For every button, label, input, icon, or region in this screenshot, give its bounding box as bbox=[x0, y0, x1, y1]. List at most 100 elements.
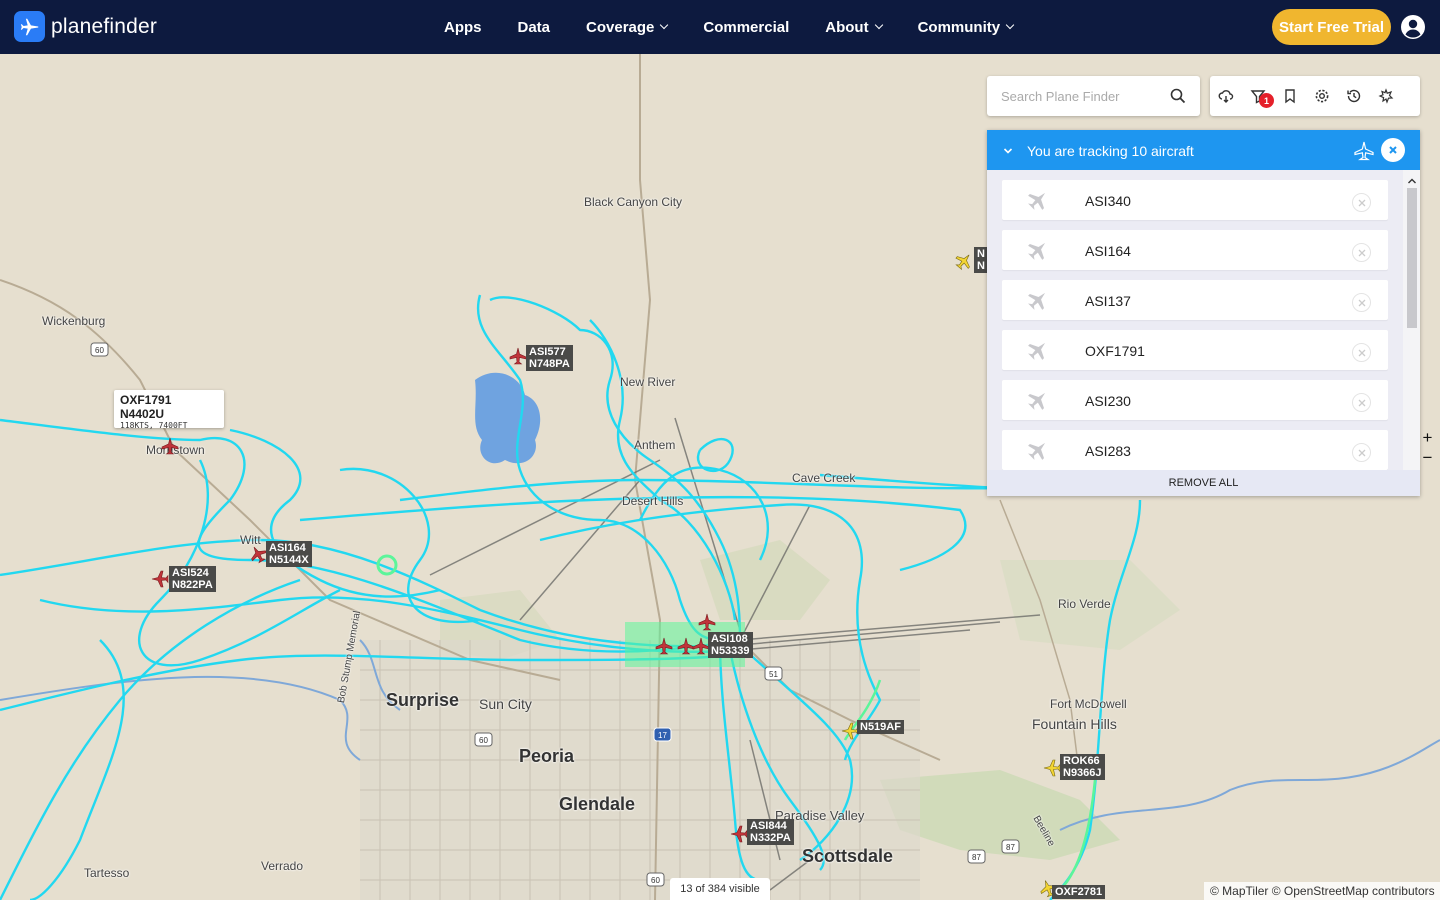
tag-callsign: N519AF bbox=[860, 721, 901, 733]
aircraft-oxf1791-icon bbox=[161, 437, 179, 455]
aircraft-tag[interactable]: OXF2781 bbox=[1052, 885, 1106, 899]
aircraft-tag[interactable]: ASI524 N822PA bbox=[169, 566, 216, 592]
bookmark-icon bbox=[1285, 89, 1295, 104]
remove-aircraft-button[interactable] bbox=[1352, 293, 1371, 312]
aircraft-tag[interactable]: ROK66 N9366J bbox=[1060, 754, 1105, 780]
settings-button[interactable] bbox=[1306, 76, 1338, 116]
brand-logo-link[interactable]: planefinder bbox=[14, 11, 157, 42]
nav-community[interactable]: Community bbox=[917, 18, 1015, 36]
tag-registration: N332PA bbox=[750, 832, 791, 844]
nav-coverage-label: Coverage bbox=[586, 18, 655, 36]
tracked-aircraft-callsign: ASI283 bbox=[1085, 443, 1131, 459]
aircraft-tag[interactable]: NN bbox=[974, 247, 988, 273]
aircraft-n519af-icon bbox=[841, 722, 859, 740]
close-icon bbox=[1358, 399, 1365, 406]
map-attribution[interactable]: © MapTiler © OpenStreetMap contributors bbox=[1204, 882, 1440, 900]
tracking-panel: You are tracking 10 aircraft ASI340 ASI16… bbox=[987, 130, 1420, 496]
visible-aircraft-count: 13 of 384 visible bbox=[670, 878, 770, 900]
nav-commercial[interactable]: Commercial bbox=[703, 19, 789, 36]
aircraft-tag[interactable]: ASI164 N5144X bbox=[266, 541, 312, 567]
close-panel-button[interactable] bbox=[1381, 138, 1405, 162]
plane-icon bbox=[1026, 388, 1050, 417]
scroll-up-icon[interactable] bbox=[1407, 173, 1417, 184]
close-icon bbox=[1358, 349, 1365, 356]
nav-community-label: Community bbox=[917, 18, 1001, 36]
tag-callsign: OXF2781 bbox=[1055, 886, 1103, 898]
filter-count-badge: 1 bbox=[1259, 93, 1274, 108]
nav-commercial-label: Commercial bbox=[703, 18, 790, 36]
weather-button[interactable] bbox=[1210, 76, 1242, 116]
settings-icon bbox=[1315, 89, 1329, 103]
tag-callsign: ASI164 bbox=[269, 542, 306, 554]
zoom-out-button[interactable]: − bbox=[1415, 448, 1440, 468]
list-scrollbar[interactable] bbox=[1403, 170, 1420, 470]
close-icon bbox=[1389, 146, 1397, 154]
scrollbar-thumb[interactable] bbox=[1407, 188, 1417, 328]
tag-callsign: ROK66 bbox=[1063, 755, 1100, 767]
tracked-aircraft-callsign: ASI230 bbox=[1085, 393, 1131, 409]
plane-icon bbox=[1026, 338, 1050, 367]
zoom-in-button[interactable]: + bbox=[1415, 428, 1440, 448]
cloud-weather-icon bbox=[1218, 90, 1234, 103]
tracked-aircraft-row[interactable]: ASI283 bbox=[1002, 430, 1388, 470]
close-icon bbox=[1358, 449, 1365, 456]
plane-icon bbox=[1026, 288, 1050, 317]
search-box bbox=[987, 76, 1200, 116]
nav-coverage[interactable]: Coverage bbox=[586, 18, 669, 36]
tracking-panel-header: You are tracking 10 aircraft bbox=[987, 130, 1420, 170]
tracked-aircraft-row[interactable]: ASI164 bbox=[1002, 230, 1388, 270]
bookmark-button[interactable] bbox=[1274, 76, 1306, 116]
zoom-controls: + − bbox=[1415, 428, 1440, 470]
main-nav: Apps Data Coverage Commercial About Comm… bbox=[444, 0, 1049, 54]
aircraft-ground-icon bbox=[655, 637, 673, 655]
remove-all-button[interactable]: REMOVE ALL bbox=[987, 470, 1420, 496]
search-input[interactable] bbox=[987, 76, 1167, 116]
aircraft-tag[interactable]: ASI577 N748PA bbox=[526, 345, 573, 371]
history-button[interactable] bbox=[1338, 76, 1370, 116]
filter-button[interactable]: 1 bbox=[1242, 76, 1274, 116]
tag-callsign: N bbox=[977, 248, 985, 260]
history-icon bbox=[1347, 89, 1361, 103]
top-navigation-bar: planefinder Apps Data Coverage Commercia… bbox=[0, 0, 1440, 54]
start-free-trial-button[interactable]: Start Free Trial bbox=[1272, 9, 1391, 45]
remove-aircraft-button[interactable] bbox=[1352, 393, 1371, 412]
tracked-aircraft-callsign: OXF1791 bbox=[1085, 343, 1145, 359]
playback-button[interactable] bbox=[1370, 76, 1402, 116]
nav-apps[interactable]: Apps bbox=[444, 19, 482, 36]
collapse-chevron-icon[interactable] bbox=[1003, 143, 1013, 161]
aircraft-tag[interactable]: ASI844 N332PA bbox=[747, 819, 794, 845]
remove-aircraft-button[interactable] bbox=[1352, 343, 1371, 362]
user-account-icon[interactable] bbox=[1400, 14, 1426, 40]
tag-registration: N53339 bbox=[711, 645, 750, 657]
plane-icon bbox=[1026, 438, 1050, 467]
tracked-aircraft-row[interactable]: OXF1791 bbox=[1002, 330, 1388, 370]
nav-about[interactable]: About bbox=[825, 19, 883, 36]
tag-registration: N5144X bbox=[269, 554, 309, 566]
remove-aircraft-button[interactable] bbox=[1352, 443, 1371, 462]
aircraft-ground-icon bbox=[677, 637, 695, 655]
aircraft-tag[interactable]: ASI108 N53339 bbox=[708, 632, 753, 658]
aircraft-ground-icon bbox=[698, 613, 716, 631]
tag-registration: N748PA bbox=[529, 358, 570, 370]
remove-aircraft-button[interactable] bbox=[1352, 243, 1371, 262]
aircraft-rok66-icon bbox=[1043, 759, 1061, 777]
tracking-title: You are tracking 10 aircraft bbox=[1027, 143, 1194, 159]
tag-registration: N9366J bbox=[1063, 767, 1102, 779]
aircraft-asi524-icon bbox=[151, 570, 169, 588]
chevron-down-icon bbox=[1005, 20, 1015, 30]
remove-aircraft-button[interactable] bbox=[1352, 193, 1371, 212]
tag-callsign: ASI108 bbox=[711, 633, 748, 645]
tracked-aircraft-callsign: ASI137 bbox=[1085, 293, 1131, 309]
tracked-aircraft-row[interactable]: ASI137 bbox=[1002, 280, 1388, 320]
tag-callsign: ASI577 bbox=[529, 346, 566, 358]
tracked-aircraft-row[interactable]: ASI230 bbox=[1002, 380, 1388, 420]
nav-data[interactable]: Data bbox=[518, 19, 551, 36]
tag-registration: N822PA bbox=[172, 579, 213, 591]
tracked-aircraft-row[interactable]: ASI340 bbox=[1002, 180, 1388, 220]
close-icon bbox=[1358, 199, 1365, 206]
nav-apps-label: Apps bbox=[444, 18, 482, 36]
aircraft-tag[interactable]: N519AF bbox=[857, 720, 904, 734]
nav-data-label: Data bbox=[517, 18, 551, 36]
search-icon[interactable] bbox=[1170, 88, 1186, 109]
tag-registration: N bbox=[977, 260, 985, 272]
